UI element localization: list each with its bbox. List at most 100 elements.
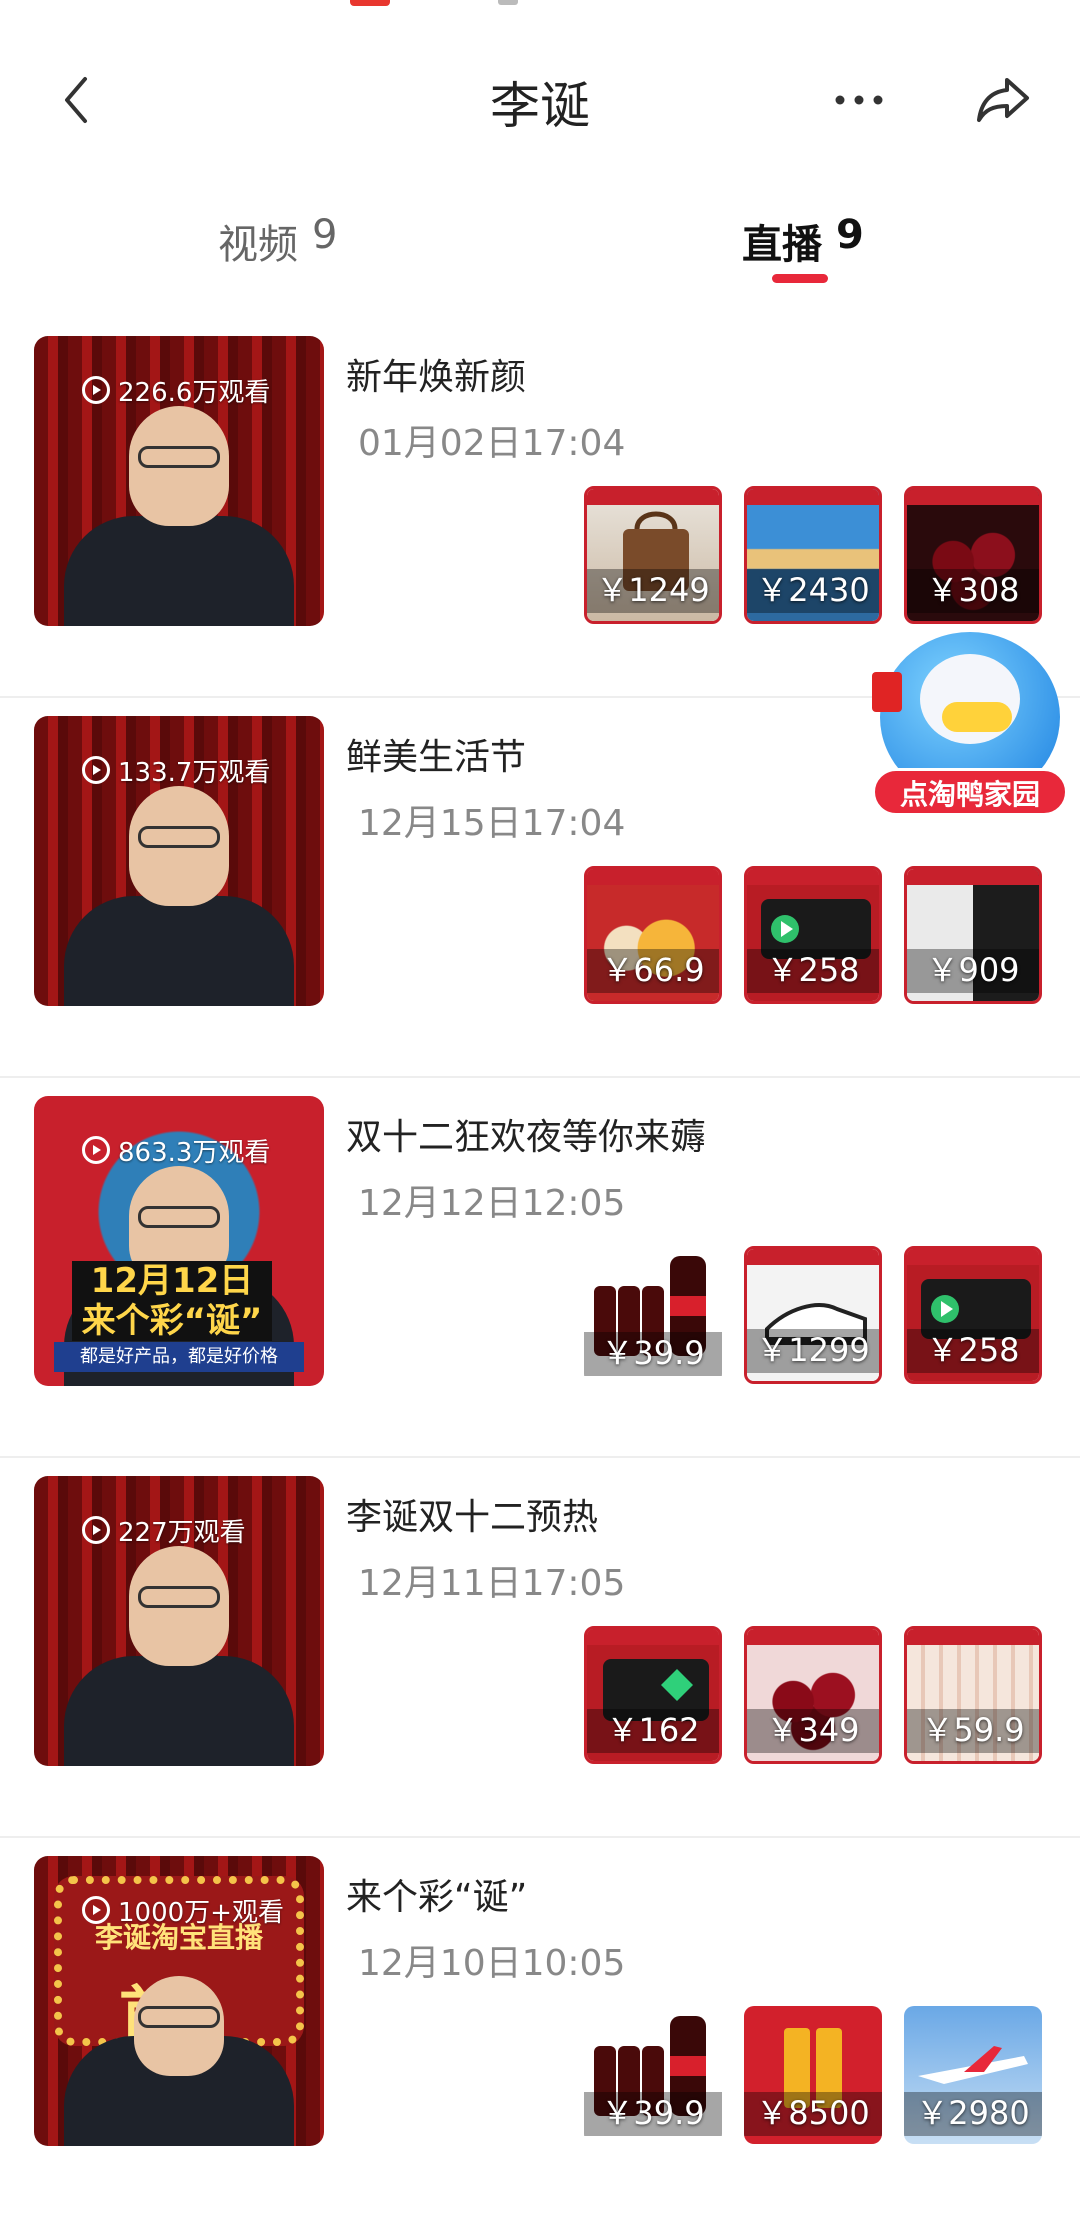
live-date: 01月02日17:04	[358, 423, 626, 464]
view-count-badge: 226.6万观看	[82, 370, 270, 410]
product-tag	[587, 489, 719, 505]
product-card[interactable]: ￥2980	[904, 2006, 1042, 2144]
product-price: ￥59.9	[921, 1711, 1025, 1749]
live-replay-item[interactable]: 李诞淘宝直播 首秀 1000万+观看 来个彩“诞” 12月10日10:05 ￥3…	[0, 1838, 1080, 2215]
product-card[interactable]: ￥8500	[744, 2006, 882, 2144]
product-price: ￥2980	[916, 2094, 1030, 2132]
product-card[interactable]: ￥39.9	[584, 1246, 722, 1384]
view-count-badge: 227万观看	[82, 1510, 246, 1550]
replay-icon	[82, 1896, 110, 1924]
host-figure	[64, 516, 294, 626]
live-replay-item[interactable]: 12月12日 来个彩“诞” 都是好产品，都是好价格 863.3万观看 双十二狂欢…	[0, 1078, 1080, 1458]
tab-live[interactable]: 直播 9	[742, 212, 864, 270]
share-button[interactable]	[970, 70, 1036, 130]
more-dots-icon	[835, 95, 883, 105]
product-price: ￥39.9	[601, 1334, 705, 1372]
product-card[interactable]: ￥2430	[744, 486, 882, 624]
product-price: ￥2430	[756, 571, 870, 609]
red-envelope-icon	[872, 672, 902, 712]
host-glasses	[138, 1586, 220, 1608]
product-tag	[907, 1249, 1039, 1265]
active-tab-indicator	[772, 274, 828, 283]
product-price: ￥909	[926, 951, 1020, 989]
product-strip: ￥162 ￥349 ￥59.9	[584, 1626, 1042, 1764]
product-card[interactable]: ￥909	[904, 866, 1042, 1004]
view-count: 227万观看	[118, 1517, 246, 1548]
replay-icon	[82, 756, 110, 784]
promo-banner: 12月12日 来个彩“诞”	[72, 1261, 272, 1341]
live-date: 12月15日17:04	[358, 803, 626, 844]
product-strip: ￥39.9 ￥1299 ￥258	[584, 1246, 1042, 1384]
product-card[interactable]: ￥66.9	[584, 866, 722, 1004]
tab-video[interactable]: 视频 9	[218, 212, 337, 270]
replay-icon	[82, 376, 110, 404]
content-tabs: 视频 9 直播 9	[0, 200, 1080, 290]
live-thumbnail[interactable]: 226.6万观看	[34, 336, 324, 626]
product-price: ￥349	[766, 1711, 860, 1749]
live-thumbnail[interactable]: 133.7万观看	[34, 716, 324, 1006]
product-strip: ￥66.9 ￥258 ￥909	[584, 866, 1042, 1004]
status-indicator-gray	[498, 0, 518, 5]
live-thumbnail[interactable]: 227万观看	[34, 1476, 324, 1766]
host-figure	[64, 896, 294, 1006]
replay-icon	[82, 1516, 110, 1544]
host-glasses	[138, 1206, 220, 1228]
live-title: 李诞双十二预热	[346, 1497, 599, 1538]
duck-home-floating-button[interactable]: 点淘鸭家园	[872, 632, 1068, 828]
product-price: ￥1299	[756, 1331, 870, 1369]
product-tag	[747, 489, 879, 505]
product-card[interactable]: ￥39.9	[584, 2006, 722, 2144]
product-card[interactable]: ￥349	[744, 1626, 882, 1764]
view-count-badge: 863.3万观看	[82, 1130, 270, 1170]
product-tag	[747, 869, 879, 885]
live-thumbnail[interactable]: 12月12日 来个彩“诞” 都是好产品，都是好价格 863.3万观看	[34, 1096, 324, 1386]
view-count: 133.7万观看	[118, 757, 271, 788]
product-card[interactable]: ￥59.9	[904, 1626, 1042, 1764]
product-card[interactable]: ￥258	[744, 866, 882, 1004]
host-glasses	[138, 826, 220, 848]
product-tag	[747, 1629, 879, 1645]
product-price: ￥258	[926, 1331, 1020, 1369]
live-title: 鲜美生活节	[346, 737, 527, 778]
live-thumbnail[interactable]: 李诞淘宝直播 首秀 1000万+观看	[34, 1856, 324, 2146]
tab-video-count: 9	[312, 212, 338, 258]
product-tag	[587, 1629, 719, 1645]
status-bar-remnant	[0, 0, 1080, 12]
view-count: 863.3万观看	[118, 1137, 271, 1168]
more-options-button[interactable]	[826, 70, 892, 130]
product-tag	[747, 1249, 879, 1265]
host-figure	[64, 1656, 294, 1766]
product-card[interactable]: ￥162	[584, 1626, 722, 1764]
product-card[interactable]: ￥258	[904, 1246, 1042, 1384]
tab-video-label: 视频	[218, 222, 298, 268]
page-title: 李诞	[490, 77, 590, 135]
product-tag	[587, 869, 719, 885]
product-tag	[907, 869, 1039, 885]
view-count: 1000万+观看	[118, 1897, 284, 1928]
product-price: ￥258	[766, 951, 860, 989]
promo-subtitle: 都是好产品，都是好价格	[54, 1342, 304, 1372]
live-title: 来个彩“诞”	[346, 1877, 528, 1918]
tab-live-count: 9	[836, 212, 864, 258]
duck-beak	[942, 702, 1012, 732]
product-card[interactable]: ￥1299	[744, 1246, 882, 1384]
replay-icon	[82, 1136, 110, 1164]
view-count-badge: 1000万+观看	[82, 1890, 284, 1930]
product-card[interactable]: ￥308	[904, 486, 1042, 624]
product-tag	[907, 489, 1039, 505]
live-date: 12月12日12:05	[358, 1183, 626, 1224]
product-strip: ￥39.9 ￥8500 ￥2980	[584, 2006, 1042, 2144]
product-price: ￥1249	[596, 571, 710, 609]
product-card[interactable]: ￥1249	[584, 486, 722, 624]
tab-live-label: 直播	[742, 222, 822, 268]
host-glasses	[138, 446, 220, 468]
view-count: 226.6万观看	[118, 377, 271, 408]
live-date: 12月10日10:05	[358, 1943, 626, 1984]
product-price: ￥8500	[756, 2094, 870, 2132]
live-replay-item[interactable]: 227万观看 李诞双十二预热 12月11日17:05 ￥162 ￥349 ￥59…	[0, 1458, 1080, 1838]
product-price: ￥162	[606, 1711, 700, 1749]
product-price: ￥308	[926, 571, 1020, 609]
live-title: 双十二狂欢夜等你来薅	[346, 1117, 707, 1158]
status-indicator-red	[350, 0, 390, 6]
top-navigation-bar: 李诞	[0, 40, 1080, 160]
